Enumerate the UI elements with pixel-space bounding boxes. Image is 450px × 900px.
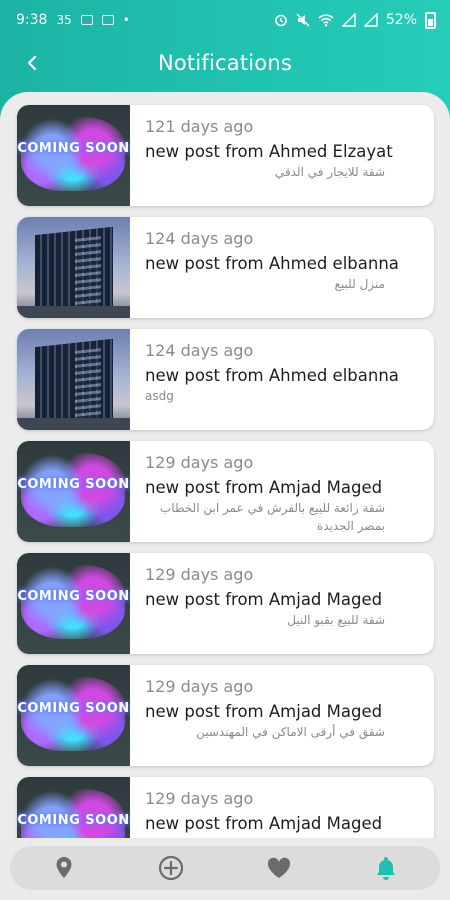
chevron-left-icon xyxy=(27,55,37,71)
notification-info: 129 days ago new post from Amjad Maged ش… xyxy=(130,441,434,542)
notification-time: 124 days ago xyxy=(145,341,254,360)
signal-icon-2 xyxy=(363,13,378,27)
notification-info: 124 days ago new post from Ahmed elbanna… xyxy=(130,329,434,430)
location-pin-icon xyxy=(56,857,72,878)
back-button[interactable] xyxy=(20,48,44,78)
status-bar: 9:38 35 • 52% xyxy=(0,0,450,40)
notification-card[interactable]: COMING SOON 129 days ago new post from A… xyxy=(17,777,434,838)
signal-icon-1 xyxy=(341,13,356,27)
coming-soon-thumbnail: COMING SOON xyxy=(17,665,130,766)
coming-soon-label: COMING SOON xyxy=(17,701,130,716)
gallery-icon xyxy=(80,15,93,25)
screen-icon xyxy=(101,15,114,25)
coming-soon-thumbnail: COMING SOON xyxy=(17,553,130,654)
notification-description: منزل للبيع xyxy=(334,277,385,291)
notification-message: new post from Amjad Maged xyxy=(145,478,383,497)
notification-card[interactable]: COMING SOON 121 days ago new post from A… xyxy=(17,105,434,206)
notification-message: new post from Ahmed elbanna xyxy=(145,254,399,273)
notification-info: 124 days ago new post from Ahmed elbanna… xyxy=(130,217,434,318)
mute-icon xyxy=(296,13,310,27)
notification-badge-icon: 35 xyxy=(56,13,72,27)
notification-description: asdg xyxy=(145,389,174,403)
notification-message: new post from Ahmed Elzayat xyxy=(145,142,393,161)
notification-info: 129 days ago new post from Amjad Maged ش… xyxy=(130,665,434,766)
bottom-nav xyxy=(10,846,440,890)
status-left: 9:38 35 • xyxy=(16,12,130,28)
wifi-icon xyxy=(318,14,334,27)
notification-time: 121 days ago xyxy=(145,117,254,136)
notification-message: new post from Amjad Maged xyxy=(145,814,383,833)
building-thumbnail xyxy=(17,329,130,430)
notification-card[interactable]: COMING SOON 129 days ago new post from A… xyxy=(17,665,434,766)
coming-soon-thumbnail: COMING SOON xyxy=(17,105,130,206)
alarm-icon xyxy=(275,14,287,27)
notification-info: 129 days ago new post from Amjad Maged xyxy=(130,777,434,838)
building-art xyxy=(35,226,113,316)
coming-soon-thumbnail: COMING SOON xyxy=(17,777,130,838)
notification-card[interactable]: 124 days ago new post from Ahmed elbanna… xyxy=(17,217,434,318)
notification-description: شقة رائعة للبيع بالفرش في عمر ابن الخطاب… xyxy=(160,501,385,533)
notification-card[interactable]: 124 days ago new post from Ahmed elbanna… xyxy=(17,329,434,430)
notification-description: شقة للايجار في الدقي xyxy=(274,165,385,179)
notification-time: 124 days ago xyxy=(145,229,254,248)
building-thumbnail xyxy=(17,217,130,318)
notification-time: 129 days ago xyxy=(145,453,254,472)
notification-description: شقة للبيع بقبو النيل xyxy=(287,613,385,627)
nav-add-button[interactable] xyxy=(151,848,191,888)
coming-soon-thumbnail: COMING SOON xyxy=(17,441,130,542)
building-ground xyxy=(17,418,130,430)
notification-message: new post from Amjad Maged xyxy=(145,590,383,609)
coming-soon-label: COMING SOON xyxy=(17,589,130,604)
heart-icon xyxy=(267,857,290,878)
notification-time: 129 days ago xyxy=(145,565,254,584)
notifications-list[interactable]: COMING SOON 121 days ago new post from A… xyxy=(0,92,450,838)
coming-soon-label: COMING SOON xyxy=(17,813,130,828)
page-title: Notifications xyxy=(157,51,293,75)
dot-icon: • xyxy=(122,13,130,27)
notification-info: 121 days ago new post from Ahmed Elzayat… xyxy=(130,105,434,206)
add-circle-icon xyxy=(159,855,184,881)
notification-message: new post from Ahmed elbanna xyxy=(145,366,399,385)
coming-soon-label: COMING SOON xyxy=(17,477,130,492)
nav-location-button[interactable] xyxy=(44,848,84,888)
notification-message: new post from Amjad Maged xyxy=(145,702,383,721)
nav-favorites-button[interactable] xyxy=(259,848,299,888)
notification-card[interactable]: COMING SOON 129 days ago new post from A… xyxy=(17,553,434,654)
bell-icon xyxy=(377,857,396,880)
status-time: 9:38 xyxy=(16,12,48,28)
notification-card[interactable]: COMING SOON 129 days ago new post from A… xyxy=(17,441,434,542)
notification-description: شقق في أرقى الاماكن في المهندسين xyxy=(196,725,385,739)
coming-soon-label: COMING SOON xyxy=(17,141,130,156)
toolbar: Notifications xyxy=(0,42,450,84)
nav-notifications-button[interactable] xyxy=(366,848,406,888)
building-ground xyxy=(17,306,130,318)
notification-time: 129 days ago xyxy=(145,677,254,696)
building-art xyxy=(35,338,113,428)
battery-percent: 52% xyxy=(385,12,417,28)
notification-time: 129 days ago xyxy=(145,789,254,808)
notification-info: 129 days ago new post from Amjad Maged ش… xyxy=(130,553,434,654)
status-right: 52% xyxy=(274,11,436,29)
battery-icon xyxy=(425,11,436,29)
